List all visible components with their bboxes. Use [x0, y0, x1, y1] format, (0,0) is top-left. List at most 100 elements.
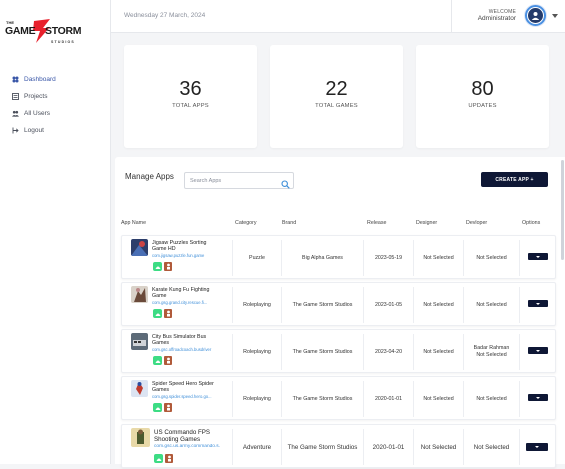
designer-cell: Not Selected	[423, 395, 454, 402]
category-cell: Adventure	[242, 443, 272, 451]
sidebar-item-label: Logout	[24, 127, 44, 134]
section-title: Manage Apps	[125, 172, 174, 181]
logo-word-storm: STORM	[45, 25, 82, 37]
stat-card-total-games: 22 TOTAL GAMES	[270, 45, 403, 148]
dashboard-icon	[12, 76, 19, 83]
table-header: App Name Category Brand Release Designer…	[121, 218, 561, 230]
app-package-link[interactable]: com.jigsaw.puzzle.fun.game	[152, 253, 216, 258]
android-icon[interactable]	[153, 309, 162, 318]
divider	[519, 240, 520, 276]
app-package-link[interactable]: com.gsc.us.army.commando.s...	[154, 444, 220, 449]
chevron-down-icon	[536, 396, 540, 399]
options-dropdown-button[interactable]	[526, 443, 548, 451]
col-developer: Devloper	[466, 220, 488, 226]
user-name: Administrator	[477, 15, 516, 22]
android-icon[interactable]	[153, 403, 162, 412]
ios-icon[interactable]	[165, 454, 173, 463]
platform-icons	[154, 454, 173, 463]
platform-icons	[153, 403, 172, 412]
sidebar-item-logout[interactable]: Logout	[12, 122, 56, 139]
brand-cell: The Game Storm Studios	[292, 301, 353, 308]
release-cell: 2023-01-05	[374, 301, 403, 308]
current-date: Wednesday 27 March, 2024	[124, 12, 206, 19]
search-icon[interactable]	[281, 176, 290, 194]
search-box	[184, 172, 294, 189]
create-app-button[interactable]: CREATE APP +	[481, 172, 548, 187]
divider	[519, 429, 520, 465]
platform-icons	[153, 309, 172, 318]
release-cell: 2023-04-20	[374, 348, 403, 355]
category-cell: Puzzle	[249, 254, 265, 261]
divider	[519, 381, 520, 417]
manage-apps-panel: Manage Apps CREATE APP + App Name Catego…	[115, 157, 565, 468]
options-dropdown-button[interactable]	[528, 253, 548, 260]
category-cell: Roleplaying	[243, 395, 271, 402]
table-row[interactable]: US Commando FPS Shooting Games com.gsc.u…	[121, 424, 556, 468]
platform-icons	[153, 356, 172, 365]
stat-label: TOTAL APPS	[172, 103, 209, 109]
app-package-link[interactable]: com.gsg.spider.speed.hero.go...	[152, 394, 216, 399]
logo-word-game: GAME	[5, 25, 36, 37]
user-icon	[528, 8, 543, 23]
category-cell: Roleplaying	[243, 301, 271, 308]
app-name: US Commando FPS Shooting Games	[154, 429, 211, 443]
app-package-link[interactable]: com.gsc.offroadcoach.busdriver	[152, 347, 216, 352]
app-thumbnail	[131, 239, 148, 256]
sidebar-item-all-users[interactable]: All Users	[12, 105, 56, 122]
stat-value: 22	[325, 78, 348, 100]
options-dropdown-button[interactable]	[528, 300, 548, 307]
ios-icon[interactable]	[164, 262, 172, 271]
app-name: Spider Speed Hero Spider Games	[152, 381, 214, 394]
stat-value: 36	[179, 78, 202, 100]
table-row[interactable]: Karate Kung Fu Fighting Game com.gsg.gra…	[121, 282, 556, 326]
ios-icon[interactable]	[164, 309, 172, 318]
chevron-down-icon	[536, 255, 540, 258]
chevron-down-icon	[536, 349, 540, 352]
divider	[519, 334, 520, 370]
release-cell: 2020-01-01	[372, 443, 405, 451]
search-input[interactable]	[190, 176, 278, 186]
developer-cell: Not Selected	[476, 254, 507, 261]
app-package-link[interactable]: com.gsg.grand.city.rescue.fi...	[152, 300, 216, 305]
sidebar-item-dashboard[interactable]: Dashboard	[12, 71, 56, 88]
android-icon[interactable]	[153, 356, 162, 365]
col-brand: Brand	[282, 220, 297, 226]
table-row[interactable]: Jigsaw Puzzles Sorting Game HD com.jigsa…	[121, 235, 556, 279]
brand-logo[interactable]: THE GAME STORM STUDIOS	[5, 18, 83, 50]
stat-card-total-apps: 36 TOTAL APPS	[124, 45, 257, 148]
chevron-down-icon	[536, 302, 540, 305]
divider	[519, 287, 520, 323]
designer-cell: Not Selected	[423, 301, 454, 308]
stat-label: TOTAL GAMES	[315, 103, 358, 109]
platform-icons	[153, 262, 172, 271]
options-dropdown-button[interactable]	[528, 347, 548, 354]
ios-icon[interactable]	[164, 356, 172, 365]
developer-cell: Not Selected	[476, 395, 507, 402]
android-icon[interactable]	[154, 454, 163, 463]
brand-cell: The Game Storm Studios	[287, 443, 358, 451]
stat-value: 80	[471, 78, 494, 100]
ios-icon[interactable]	[164, 403, 172, 412]
logout-icon	[12, 127, 19, 134]
developer-cell: Not Selected	[473, 443, 510, 451]
avatar[interactable]	[525, 5, 546, 26]
col-release: Release	[367, 220, 387, 226]
col-category: Category	[235, 220, 257, 226]
chevron-down-icon	[535, 446, 539, 448]
release-cell: 2023-05-19	[374, 254, 403, 261]
app-thumbnail	[131, 333, 148, 350]
developer-cell: Not Selected	[476, 301, 507, 308]
developer-cell: Badar Rahman Not Selected	[473, 345, 510, 358]
table-row[interactable]: Spider Speed Hero Spider Games com.gsg.s…	[121, 376, 556, 420]
stat-label: UPDATES	[468, 103, 497, 109]
user-menu[interactable]: WELCOME Administrator	[451, 0, 565, 33]
app-thumbnail	[131, 286, 148, 303]
options-dropdown-button[interactable]	[528, 394, 548, 401]
sidebar-item-projects[interactable]: Projects	[12, 88, 56, 105]
android-icon[interactable]	[153, 262, 162, 271]
scrollbar[interactable]	[561, 160, 564, 260]
category-cell: Roleplaying	[243, 348, 271, 355]
table-row[interactable]: City Bus Simulator Bus Games com.gsc.off…	[121, 329, 556, 373]
chevron-down-icon[interactable]	[552, 14, 558, 18]
top-bar: Wednesday 27 March, 2024 WELCOME Adminis…	[111, 0, 565, 33]
